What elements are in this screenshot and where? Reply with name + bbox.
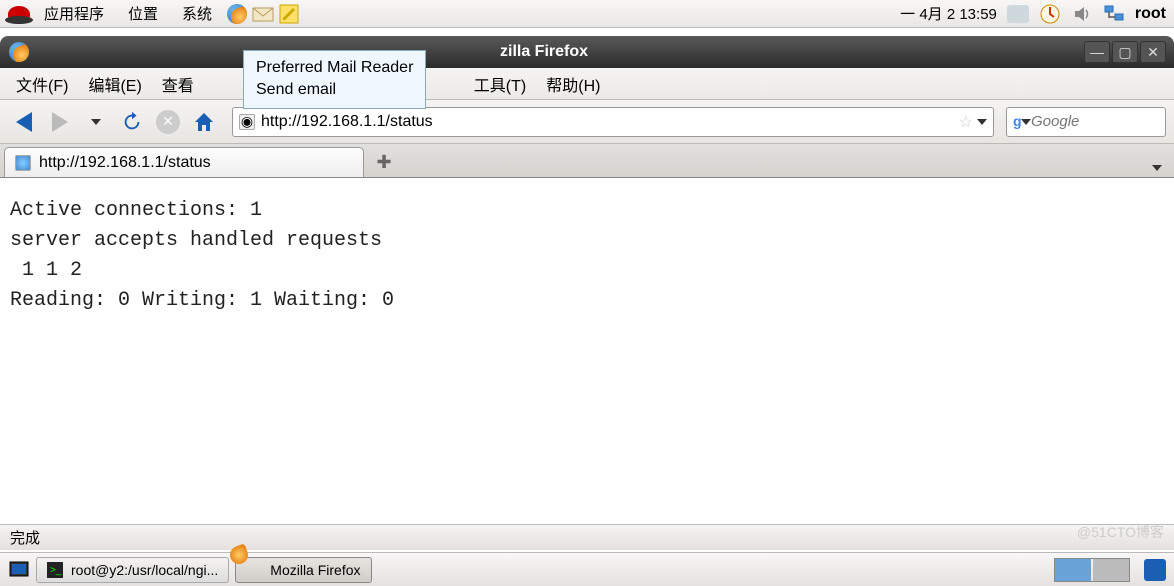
reload-button[interactable]	[116, 106, 148, 138]
menu-edit[interactable]: 编辑(E)	[78, 68, 151, 100]
taskbar-item-label: root@y2:/usr/local/ngi...	[71, 562, 218, 578]
user-menu[interactable]: root	[1135, 5, 1166, 23]
svg-text:>_: >_	[50, 565, 62, 576]
show-desktop-button[interactable]	[8, 559, 30, 581]
update-indicator-icon[interactable]	[1039, 3, 1061, 25]
workspace-1[interactable]	[1055, 559, 1091, 581]
firefox-task-icon	[246, 562, 262, 578]
home-button[interactable]	[188, 106, 220, 138]
taskbar-item-firefox[interactable]: Mozilla Firefox	[235, 557, 371, 583]
search-input[interactable]	[1031, 113, 1174, 130]
trash-icon[interactable]	[1144, 559, 1166, 581]
new-tab-button[interactable]: ✚	[370, 150, 398, 174]
status-text: 完成	[10, 527, 40, 548]
firefox-launcher-icon[interactable]	[226, 3, 248, 25]
window-title: zilla Firefox	[40, 43, 1084, 61]
url-bar[interactable]: ◉ ☆	[232, 107, 994, 137]
menu-file[interactable]: 文件(F)	[6, 68, 78, 100]
status-bar: 完成	[0, 524, 1174, 550]
tab-favicon	[15, 155, 31, 171]
notes-launcher-icon[interactable]	[278, 3, 300, 25]
site-favicon: ◉	[239, 114, 255, 130]
chevron-down-icon	[91, 119, 101, 125]
firefox-menubar: 文件(F) 编辑(E) 查看 工具(T) 帮助(H)	[0, 68, 1174, 100]
menu-view[interactable]: 查看	[152, 68, 204, 100]
maximize-button[interactable]: ▢	[1112, 41, 1138, 63]
page-content: Active connections: 1 server accepts han…	[0, 178, 1174, 448]
menu-help[interactable]: 帮助(H)	[536, 68, 610, 100]
keyboard-indicator-icon[interactable]	[1007, 5, 1029, 23]
navigation-toolbar: ✕ ◉ ☆	[0, 100, 1174, 144]
network-icon[interactable]	[1103, 3, 1125, 25]
mail-launcher-icon[interactable]	[252, 3, 274, 25]
mail-tooltip: Preferred Mail Reader Send email	[243, 50, 426, 109]
bookmark-star-icon[interactable]: ☆	[959, 112, 973, 132]
search-bar[interactable]	[1006, 107, 1166, 137]
taskbar-item-label: Mozilla Firefox	[270, 562, 360, 578]
firefox-window-icon	[8, 41, 30, 63]
reload-icon	[121, 111, 143, 133]
applications-menu[interactable]: 应用程序	[34, 1, 114, 26]
stop-button: ✕	[152, 106, 184, 138]
minimize-button[interactable]: —	[1084, 41, 1110, 63]
taskbar-item-terminal[interactable]: >_ root@y2:/usr/local/ngi...	[36, 557, 229, 583]
tooltip-line: Send email	[256, 79, 413, 101]
places-menu[interactable]: 位置	[118, 1, 168, 26]
url-input[interactable]	[261, 113, 955, 131]
menu-tools[interactable]: 工具(T)	[464, 68, 536, 100]
back-arrow-icon	[16, 112, 32, 132]
workspace-2[interactable]	[1093, 559, 1129, 581]
forward-arrow-icon	[52, 112, 68, 132]
gnome-top-panel: 应用程序 位置 系统 一 4月 2 13:59 root	[0, 0, 1174, 28]
tab-bar: http://192.168.1.1/status ✚	[0, 144, 1174, 178]
tab-title: http://192.168.1.1/status	[39, 154, 211, 172]
search-engine-dropdown-icon[interactable]	[1021, 119, 1031, 125]
system-menu[interactable]: 系统	[172, 1, 222, 26]
window-titlebar[interactable]: zilla Firefox — ▢ ✕	[0, 36, 1174, 68]
terminal-icon: >_	[47, 562, 63, 578]
gnome-bottom-panel: >_ root@y2:/usr/local/ngi... Mozilla Fir…	[0, 552, 1174, 586]
clock[interactable]: 一 4月 2 13:59	[900, 3, 997, 24]
close-button[interactable]: ✕	[1140, 41, 1166, 63]
history-dropdown[interactable]	[80, 106, 112, 138]
stop-icon: ✕	[156, 110, 180, 134]
tooltip-line: Preferred Mail Reader	[256, 57, 413, 79]
forward-button	[44, 106, 76, 138]
watermark: @51CTO博客	[1077, 522, 1164, 542]
volume-icon[interactable]	[1071, 3, 1093, 25]
browser-tab[interactable]: http://192.168.1.1/status	[4, 147, 364, 177]
tab-list-dropdown[interactable]	[1152, 165, 1162, 171]
back-button[interactable]	[8, 106, 40, 138]
home-icon	[192, 110, 216, 134]
workspace-switcher[interactable]	[1054, 558, 1130, 582]
url-dropdown-icon[interactable]	[977, 119, 987, 125]
redhat-icon	[8, 6, 30, 22]
